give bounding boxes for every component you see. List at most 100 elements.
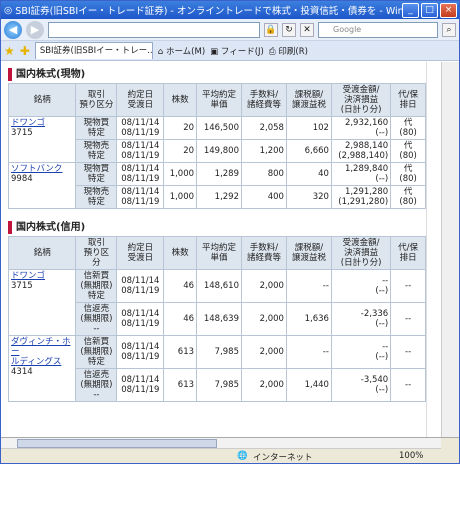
table-row: ドワンゴ 3715 信新買 (無期限) 特定 08/11/14 08/11/19 46 … [7, 269, 426, 336]
trade-type: 信返売 (無期限) -- [75, 368, 118, 402]
horizontal-scrollbar[interactable] [1, 438, 441, 449]
page-content: 国内株式(現物) 銘柄 取引 預り区分 約定日 受渡日 株数 平均約定 単価 手数料/… [1, 62, 441, 437]
quantity: 1,000 [163, 185, 198, 209]
status: 代 (80) [390, 139, 426, 163]
stock-cell: ドワンゴ 3715 [7, 269, 77, 336]
print-button[interactable]: ⎙ 印刷(R) [269, 45, 308, 57]
trade-dates: 08/11/14 08/11/19 [116, 116, 165, 140]
amount: 2,932,160 (--) [330, 116, 392, 140]
table-row: ソフトバンク 9984 現物買 特定 08/11/14 08/11/19 1,000 … [7, 162, 426, 209]
col-header: 課税額/譲渡益税 [285, 83, 332, 117]
stock-link[interactable]: ドワンゴ [11, 118, 45, 128]
stock-link[interactable]: ダヴィンチ・ホー ルディングス [11, 337, 71, 367]
status: 代 (80) [390, 162, 426, 186]
amount: 1,291,280 (1,291,280) [330, 185, 392, 209]
lock-icon[interactable]: 🔒 [264, 22, 278, 37]
search-icon[interactable]: ⌕ [442, 22, 456, 37]
col-header: 平均約定 単価 [196, 236, 242, 270]
genbutsu-table: 銘柄 取引 預り区分 約定日 受渡日 株数 平均約定 単価 手数料/諸経費等 課税額/… [7, 83, 426, 209]
globe-icon: 🌐 [237, 451, 248, 461]
col-header: 取引 預り区分 [75, 83, 118, 117]
tax: 6,660 [285, 139, 332, 163]
scrollbar-thumb[interactable] [17, 439, 217, 448]
trade-dates: 08/11/14 08/11/19 [116, 139, 165, 163]
fee: 2,000 [241, 269, 287, 303]
zoom-level[interactable]: 100% [399, 451, 423, 461]
home-label: ホーム(M) [165, 46, 206, 57]
col-header: 株数 [163, 83, 198, 117]
avg-price: 1,289 [196, 162, 242, 186]
search-input[interactable]: Google [318, 21, 438, 38]
tab-bar: ★ ✚ SBI証券(旧SBIイー・トレー... ⌂ ホーム(M) ▣ フィード(… [1, 41, 459, 61]
close-button[interactable]: × [440, 2, 457, 18]
stock-link[interactable]: ソフトバンク [11, 164, 62, 174]
quantity: 1,000 [163, 162, 198, 186]
col-header: 約定日 受渡日 [116, 236, 165, 270]
trade-type: 現物売 特定 [75, 185, 118, 209]
col-header: 株数 [163, 236, 198, 270]
favorites-star-icon[interactable]: ★ [4, 44, 15, 58]
maximize-button[interactable]: □ [421, 2, 438, 18]
trade-type: 現物買 特定 [75, 116, 118, 140]
fee: 2,058 [241, 116, 287, 140]
amount: -3,540 (--) [330, 368, 392, 402]
amount: -- (--) [330, 269, 392, 303]
add-favorite-icon[interactable]: ✚ [20, 44, 30, 58]
col-header: 課税額/譲渡益税 [285, 236, 332, 270]
fee: 2,000 [241, 335, 287, 369]
col-header: 取引 預り区分 [75, 236, 118, 270]
trade-dates: 08/11/14 08/11/19 [116, 185, 165, 209]
holdings-page: 国内株式(現物) 銘柄 取引 預り区分 約定日 受渡日 株数 平均約定 単価 手数料/… [7, 62, 426, 402]
status: -- [390, 269, 426, 303]
table-row: ドワンゴ 3715 現物買 特定 08/11/14 08/11/19 20 146,5… [7, 116, 426, 163]
status: -- [390, 335, 426, 369]
avg-price: 149,800 [196, 139, 242, 163]
amount: 1,289,840 (--) [330, 162, 392, 186]
table-row: ダヴィンチ・ホー ルディングス 4314 信新買 (無期限) 特定 08/11/14 08… [7, 335, 426, 402]
table-header-row: 銘柄 取引 預り区分 約定日 受渡日 株数 平均約定 単価 手数料/諸経費等 課税額/… [7, 83, 426, 117]
status-bar: 🌐 インターネット 100% [1, 437, 459, 463]
back-arrow-icon[interactable]: ◀ [4, 20, 22, 39]
stock-cell: ダヴィンチ・ホー ルディングス 4314 [7, 335, 77, 402]
vertical-scrollbar[interactable] [441, 62, 459, 437]
forward-arrow-icon[interactable]: ▶ [26, 20, 44, 39]
tab-sbi[interactable]: SBI証券(旧SBIイー・トレー... [34, 42, 153, 59]
stock-code: 4314 [11, 367, 33, 377]
col-header: 受渡金額/決済損益 (日計り分) [330, 83, 392, 117]
avg-price: 146,500 [196, 116, 242, 140]
stock-code: 3715 [11, 281, 33, 291]
stock-link[interactable]: ドワンゴ [11, 271, 45, 281]
quantity: 46 [163, 302, 198, 336]
tax: 320 [285, 185, 332, 209]
quantity: 613 [163, 335, 198, 369]
section-title-genbutsu: 国内株式(現物) [8, 68, 426, 81]
avg-price: 148,639 [196, 302, 242, 336]
stock-code: 3715 [11, 128, 33, 138]
tax: 1,440 [285, 368, 332, 402]
col-header: 受渡金額/決済損益 (日計り分) [330, 236, 392, 270]
col-header: 代/保 排日 [390, 83, 426, 117]
status: -- [390, 368, 426, 402]
shinyo-table: 銘柄 取引 預り区分 約定日 受渡日 株数 平均約定 単価 手数料/諸経費等 課税額/… [7, 236, 426, 402]
tax: -- [285, 335, 332, 369]
feed-button[interactable]: ▣ フィード(J) [210, 45, 264, 57]
col-header: 銘柄 [7, 236, 77, 270]
browser-window: ◎ SBI証券(旧SBIイー・トレード証券) - オンライントレードで株式・投資… [0, 0, 460, 464]
trade-dates: 08/11/14 08/11/19 [116, 368, 165, 402]
amount: -2,336 (--) [330, 302, 392, 336]
address-bar-row: ◀ ▶ 🔒 ↻ ✕ Google ⌕ [1, 19, 459, 41]
trade-dates: 08/11/14 08/11/19 [116, 335, 165, 369]
minimize-button[interactable]: _ [402, 2, 419, 18]
avg-price: 1,292 [196, 185, 242, 209]
fee: 2,000 [241, 368, 287, 402]
stop-icon[interactable]: ✕ [300, 22, 314, 37]
feed-label: フィード(J) [220, 46, 264, 57]
section-title-shinyo: 国内株式(信用) [8, 221, 426, 234]
refresh-icon[interactable]: ↻ [282, 22, 296, 37]
trade-type: 現物売 特定 [75, 139, 118, 163]
trade-dates: 08/11/14 08/11/19 [116, 302, 165, 336]
address-input[interactable] [48, 21, 260, 38]
trade-type: 信新買 (無期限) 特定 [75, 335, 118, 369]
home-button[interactable]: ⌂ ホーム(M) [158, 45, 205, 57]
trade-dates: 08/11/14 08/11/19 [116, 269, 165, 303]
